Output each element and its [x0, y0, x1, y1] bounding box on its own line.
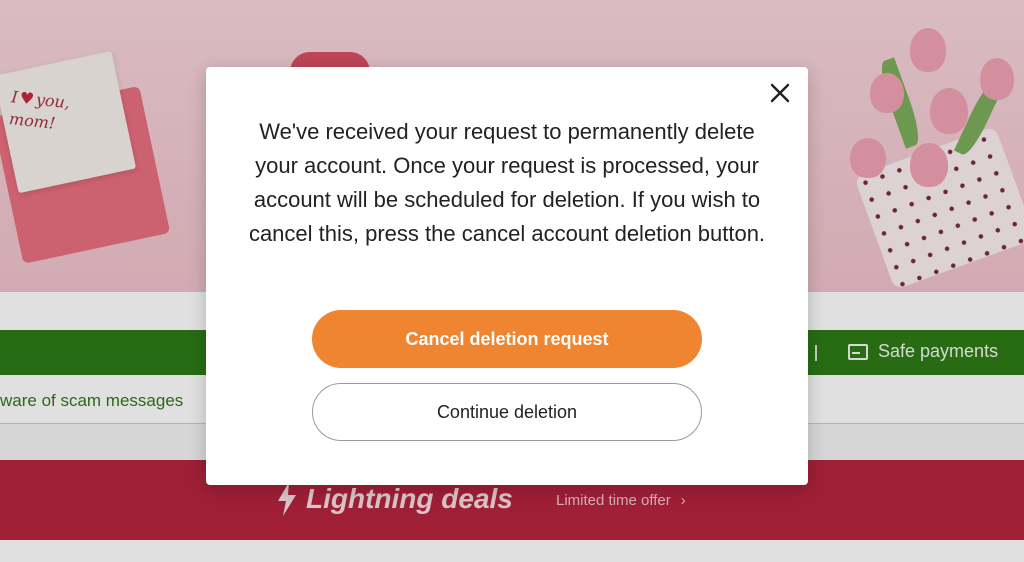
- close-icon[interactable]: [768, 81, 792, 105]
- dialog-message: We've received your request to permanent…: [248, 119, 766, 246]
- page: I♥you, mom! Safe payments ware of scam m…: [0, 0, 1024, 562]
- cancel-deletion-request-button[interactable]: Cancel deletion request: [312, 310, 702, 368]
- continue-deletion-button[interactable]: Continue deletion: [312, 383, 702, 441]
- delete-account-dialog: We've received your request to permanent…: [206, 67, 808, 485]
